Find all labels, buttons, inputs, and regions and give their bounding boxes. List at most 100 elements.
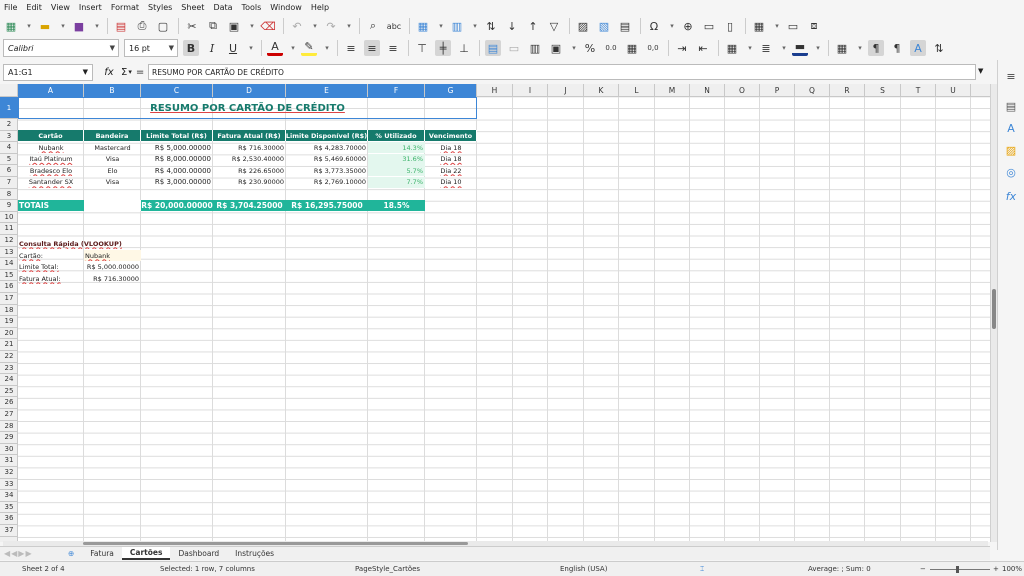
- row-header-1[interactable]: 1: [0, 97, 18, 119]
- table-cell-limite[interactable]: R$ 8,000.00000: [141, 154, 213, 165]
- table-cell-venc[interactable]: Dia 18: [425, 154, 477, 165]
- open-folder-icon[interactable]: ▬: [37, 18, 53, 34]
- status-summary[interactable]: Average: ; Sum: 0: [808, 565, 871, 573]
- row-header-3[interactable]: 3: [0, 131, 18, 143]
- table-cell-fatura[interactable]: R$ 226.65000: [213, 165, 286, 176]
- table-cell-pct[interactable]: 5.7%: [368, 165, 425, 177]
- text-direction-icon[interactable]: ⇅: [931, 40, 947, 56]
- sum-icon[interactable]: Σ: [121, 67, 127, 78]
- column-header-m[interactable]: M: [655, 84, 690, 97]
- define-print-area-icon[interactable]: ▦: [751, 18, 767, 34]
- table-cell-bandeira[interactable]: Visa: [84, 177, 141, 188]
- table-cell-cartao[interactable]: Santander SX: [18, 177, 84, 188]
- row-header-22[interactable]: 22: [0, 351, 18, 363]
- row-header-25[interactable]: 25: [0, 386, 18, 398]
- merge-center-icon[interactable]: ▭: [506, 40, 522, 56]
- row-header-21[interactable]: 21: [0, 339, 18, 351]
- print-icon[interactable]: ⎙: [134, 18, 150, 34]
- font-color-icon[interactable]: A: [267, 40, 283, 56]
- row-header-13[interactable]: 13: [0, 247, 18, 259]
- column-dropdown-chevron-icon[interactable]: ▾: [470, 18, 480, 34]
- row-header-4[interactable]: 4: [0, 142, 18, 154]
- align-center-icon[interactable]: ≡: [364, 40, 380, 56]
- row-header-19[interactable]: 19: [0, 316, 18, 328]
- tab-cartoes[interactable]: Cartões: [121, 547, 171, 560]
- menu-view[interactable]: View: [51, 3, 70, 12]
- right-to-left-icon[interactable]: ¶: [889, 40, 905, 56]
- clone-formatting-icon[interactable]: ⌫: [260, 18, 276, 34]
- split-window-icon[interactable]: ⧈: [806, 18, 822, 34]
- table-cell-disponivel[interactable]: R$ 5,469.60000: [286, 154, 368, 165]
- tab-navigation-arrows-icon[interactable]: ◀◀▶▶: [0, 549, 60, 558]
- find-replace-icon[interactable]: ⌕: [365, 18, 381, 34]
- column-header-g[interactable]: G: [425, 84, 477, 97]
- row-header-27[interactable]: 27: [0, 409, 18, 421]
- align-middle-icon[interactable]: ╪: [435, 40, 451, 56]
- merge-cells-icon[interactable]: ▥: [527, 40, 543, 56]
- highlight-dropdown-chevron-icon[interactable]: ▾: [322, 40, 332, 56]
- menu-edit[interactable]: Edit: [26, 3, 42, 12]
- lookup-heading[interactable]: Consulta Rápida (VLOOKUP): [18, 238, 138, 249]
- menu-file[interactable]: File: [4, 3, 17, 12]
- table-cell-venc[interactable]: Dia 18: [425, 142, 477, 153]
- table-cell-limite[interactable]: R$ 3,000.00000: [141, 177, 213, 188]
- gallery-icon[interactable]: ▨: [1003, 142, 1019, 158]
- table-cell-cartao[interactable]: Bradesco Elo: [18, 165, 84, 176]
- row-header-11[interactable]: 11: [0, 223, 18, 235]
- vertical-scrollbar[interactable]: [990, 84, 997, 542]
- functions-icon[interactable]: fx: [1003, 188, 1019, 204]
- new-dropdown-chevron-icon[interactable]: ▾: [24, 18, 34, 34]
- tab-dashboard[interactable]: Dashboard: [170, 547, 227, 560]
- table-cell-disponivel[interactable]: R$ 4,283.70000: [286, 142, 368, 153]
- column-header-h[interactable]: H: [477, 84, 513, 97]
- totals-fatura[interactable]: R$ 3,704.25000: [213, 200, 286, 211]
- table-cell-disponivel[interactable]: R$ 3,773.35000: [286, 165, 368, 176]
- border-color-icon[interactable]: ▬: [792, 40, 808, 56]
- paste-icon[interactable]: ▣: [226, 18, 242, 34]
- header-vencimento[interactable]: Vencimento: [425, 130, 477, 141]
- row-header-8[interactable]: 8: [0, 189, 18, 201]
- special-character-icon[interactable]: Ω: [646, 18, 662, 34]
- spelling-icon[interactable]: abc: [386, 18, 402, 34]
- navigator-icon[interactable]: ◎: [1003, 164, 1019, 180]
- column-header-a[interactable]: A: [18, 84, 84, 97]
- row-header-14[interactable]: 14: [0, 258, 18, 270]
- row-header-32[interactable]: 32: [0, 467, 18, 479]
- column-header-f[interactable]: F: [368, 84, 425, 97]
- table-cell-venc[interactable]: Dia 22: [425, 165, 477, 176]
- sort-descending-icon[interactable]: ↑: [525, 18, 541, 34]
- row-header-35[interactable]: 35: [0, 502, 18, 514]
- column-header-n[interactable]: N: [690, 84, 725, 97]
- autofilter-icon[interactable]: ▽: [546, 18, 562, 34]
- totals-pct[interactable]: 18.5%: [368, 200, 425, 211]
- column-header-c[interactable]: C: [141, 84, 213, 97]
- row-header-37[interactable]: 37: [0, 525, 18, 537]
- row-header-23[interactable]: 23: [0, 363, 18, 375]
- comment-icon[interactable]: ▭: [701, 18, 717, 34]
- new-document-icon[interactable]: ▦: [3, 18, 19, 34]
- header-bandeira[interactable]: Bandeira: [84, 130, 141, 141]
- border-style-icon[interactable]: ≣: [758, 40, 774, 56]
- sort-ascending-icon[interactable]: ↓: [504, 18, 520, 34]
- pivot-table-icon[interactable]: ▤: [617, 18, 633, 34]
- borders-dropdown-chevron-icon[interactable]: ▾: [745, 40, 755, 56]
- header-fatura-atual[interactable]: Fatura Atual (R$): [213, 130, 286, 141]
- menu-data[interactable]: Data: [213, 3, 232, 12]
- column-header-l[interactable]: L: [619, 84, 655, 97]
- undo-dropdown-chevron-icon[interactable]: ▾: [310, 18, 320, 34]
- header-limite-total[interactable]: Limite Total (R$): [141, 130, 213, 141]
- lookup-limit-value[interactable]: R$ 5,000.00000: [84, 261, 141, 272]
- insert-image-icon[interactable]: ▨: [575, 18, 591, 34]
- zoom-slider-knob[interactable]: [956, 566, 959, 573]
- column-header-b[interactable]: B: [84, 84, 141, 97]
- row-header-28[interactable]: 28: [0, 421, 18, 433]
- sum-dropdown-chevron-icon[interactable]: ▾: [128, 68, 132, 76]
- copy-icon[interactable]: ⧉: [205, 18, 221, 34]
- decrease-indent-icon[interactable]: ⇤: [695, 40, 711, 56]
- totals-empty[interactable]: [84, 200, 141, 211]
- highlight-color-icon[interactable]: ✎: [301, 40, 317, 56]
- add-sheet-icon[interactable]: ⊕: [60, 547, 82, 560]
- row-header-26[interactable]: 26: [0, 397, 18, 409]
- row-header-30[interactable]: 30: [0, 444, 18, 456]
- select-all-corner[interactable]: [0, 84, 18, 97]
